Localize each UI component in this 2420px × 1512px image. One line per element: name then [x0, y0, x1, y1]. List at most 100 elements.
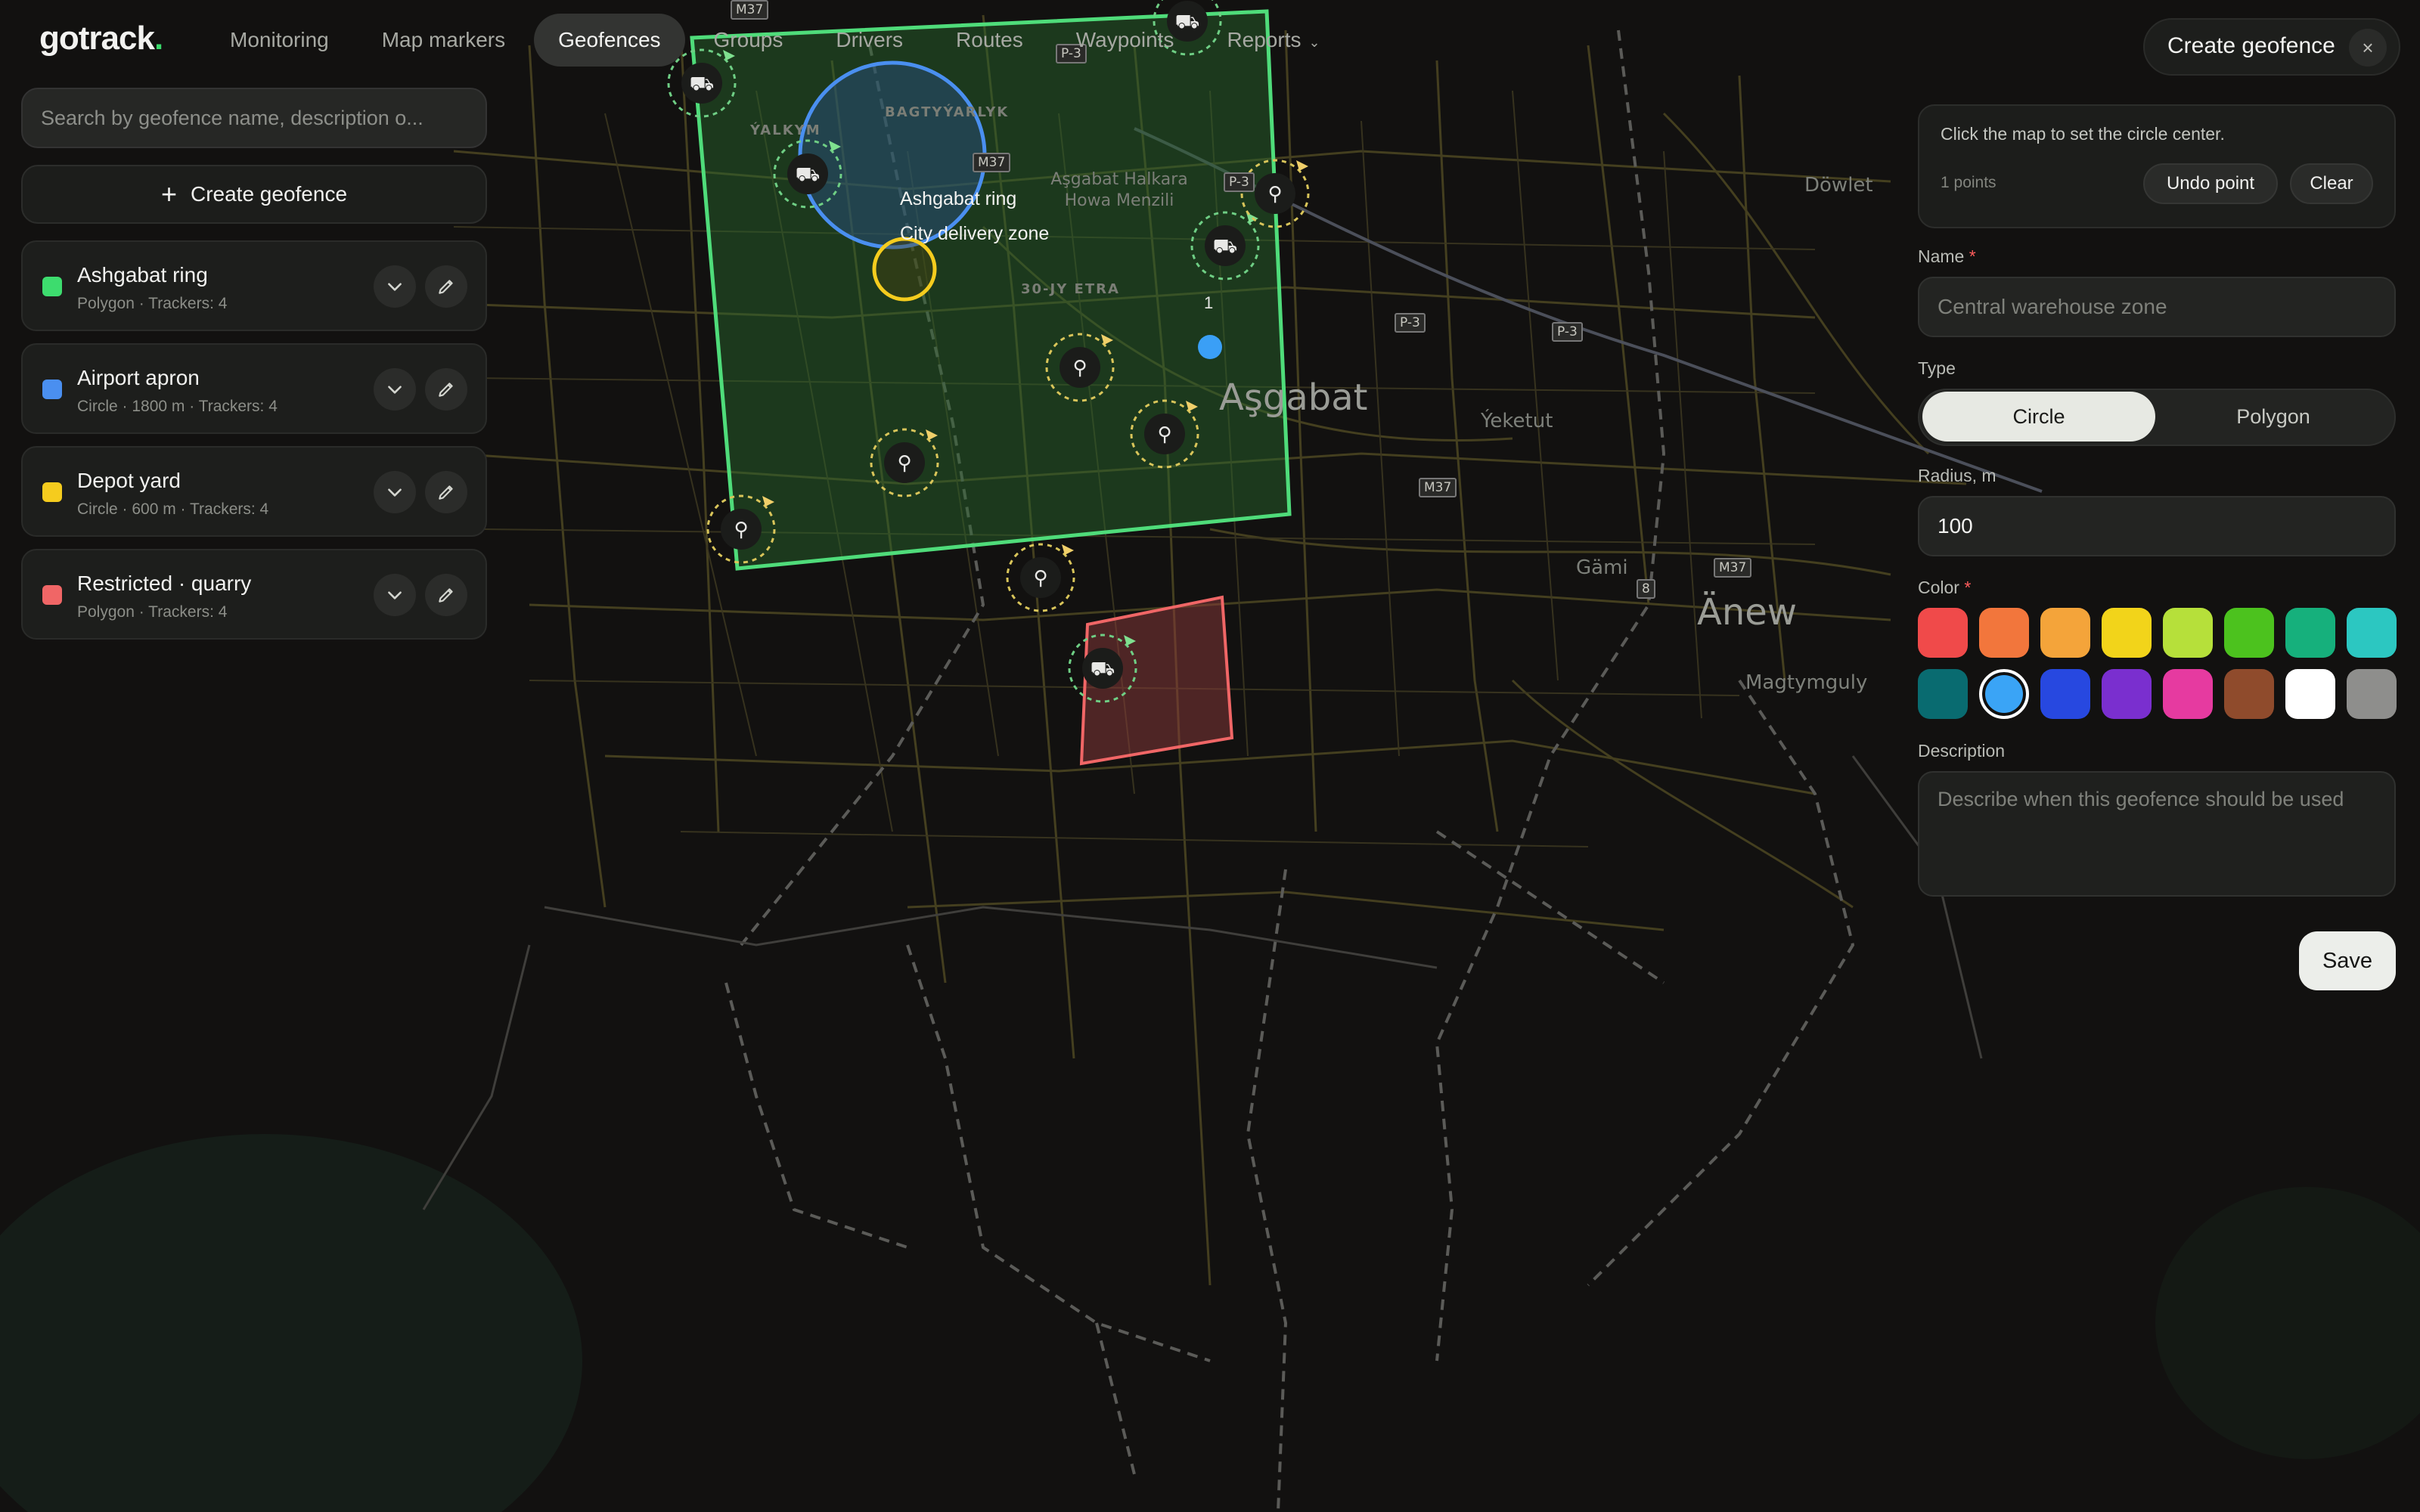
chevron-down-icon[interactable]	[374, 471, 416, 513]
district-label-30jy: 30-JY ETRA	[1021, 281, 1120, 297]
geofence-color-swatch	[42, 482, 62, 502]
city-label-asgabat: Aşgabat	[1219, 376, 1368, 419]
chevron-down-icon[interactable]	[374, 574, 416, 616]
geofence-meta: Circle · 600 m · Trackers: 4	[77, 500, 269, 518]
color-swatch[interactable]	[1979, 608, 2029, 658]
close-icon[interactable]: ×	[2349, 29, 2387, 67]
town-label-gami: Gämi	[1576, 556, 1628, 579]
color-swatch[interactable]	[2224, 608, 2274, 658]
geofence-card[interactable]: Depot yard Circle · 600 m · Trackers: 4	[21, 446, 487, 537]
edit-pencil-icon[interactable]	[425, 368, 467, 411]
svg-text:⚲: ⚲	[1157, 423, 1171, 446]
color-swatch[interactable]	[2102, 608, 2152, 658]
nav-monitoring[interactable]: Monitoring	[206, 14, 353, 67]
description-label: Description	[1918, 741, 2006, 761]
plus-icon: +	[160, 178, 177, 209]
road-shield: P-3	[1552, 322, 1583, 342]
top-nav: Monitoring Map markers Geofences Groups …	[206, 14, 1345, 67]
type-option-circle[interactable]: Circle	[1922, 392, 2155, 442]
geofence-color-swatch	[42, 380, 62, 399]
geofence-card[interactable]: Ashgabat ring Polygon · Trackers: 4	[21, 240, 487, 331]
road-shield: 8	[1637, 579, 1655, 599]
geofence-card[interactable]: Restricted · quarry Polygon · Trackers: 4	[21, 549, 487, 640]
nav-waypoints[interactable]: Waypoints	[1052, 14, 1199, 67]
nav-groups[interactable]: Groups	[690, 14, 808, 67]
description-field[interactable]: Describe when this geofence should be us…	[1918, 771, 2396, 897]
required-mark: *	[1964, 578, 1972, 597]
nav-geofences[interactable]: Geofences	[534, 14, 685, 67]
color-swatch[interactable]	[1918, 608, 1968, 658]
svg-text:⚲: ⚲	[1267, 183, 1282, 206]
nav-reports-label: Reports	[1227, 28, 1302, 51]
road-shield: M37	[973, 153, 1011, 172]
town-label-magtymguly: Magtymguly	[1745, 671, 1868, 694]
city-label-anew: Änew	[1697, 591, 1798, 634]
color-swatch[interactable]	[2285, 608, 2335, 658]
name-label: Name *	[1918, 246, 1976, 267]
geofence-name: Restricted · quarry	[77, 572, 252, 595]
color-swatch[interactable]	[2347, 608, 2397, 658]
edit-pencil-icon[interactable]	[425, 471, 467, 513]
name-field[interactable]: Central warehouse zone	[1918, 277, 2396, 337]
type-option-polygon[interactable]: Polygon	[2157, 392, 2390, 442]
type-label: Type	[1918, 358, 1956, 378]
nav-routes[interactable]: Routes	[932, 14, 1047, 67]
edit-pencil-icon[interactable]	[425, 574, 467, 616]
radius-field[interactable]: 100	[1918, 496, 2396, 556]
color-swatch[interactable]	[2102, 669, 2152, 719]
color-swatch[interactable]	[2224, 669, 2274, 719]
road-shield: P-3	[1224, 172, 1255, 192]
geofence-meta: Polygon · Trackers: 4	[77, 295, 228, 312]
nav-reports[interactable]: Reports ⌄	[1202, 14, 1344, 67]
color-swatch[interactable]	[2040, 608, 2090, 658]
form-title: Create geofence	[2167, 33, 2335, 58]
geofence-color-swatch	[42, 585, 62, 605]
chevron-down-icon[interactable]	[374, 368, 416, 411]
chevron-down-icon[interactable]	[374, 265, 416, 308]
road-shield: P-3	[1395, 313, 1426, 333]
geofence-meta: Polygon · Trackers: 4	[77, 603, 228, 621]
app-logo[interactable]: gotrack.	[39, 20, 163, 57]
clear-button[interactable]: Clear	[2290, 163, 2373, 204]
geofence-ashgabat-ring	[690, 9, 1292, 571]
road-shield: M37	[1419, 478, 1457, 497]
town-label-dowlet: Döwlet	[1804, 174, 1873, 197]
svg-text:⛟: ⛟	[1213, 235, 1238, 258]
color-swatch[interactable]	[1979, 669, 2029, 719]
logo-dot: .	[154, 20, 163, 57]
district-label-bagtyyarlyk: BAGTYÝARLYK	[885, 104, 1010, 120]
point-index-label: 1	[1204, 293, 1214, 312]
edit-pencil-icon[interactable]	[425, 265, 467, 308]
undo-point-button[interactable]: Undo point	[2143, 163, 2278, 204]
geofence-list: Ashgabat ring Polygon · Trackers: 4 Airpor…	[21, 240, 487, 652]
geofence-card[interactable]: Airport apron Circle · 1800 m · Trackers:…	[21, 343, 487, 434]
color-swatch[interactable]	[2040, 669, 2090, 719]
road-shield: M37	[1714, 558, 1752, 578]
create-geofence-button[interactable]: + Create geofence	[21, 165, 487, 224]
search-input[interactable]: Search by geofence name, description o..…	[21, 88, 487, 148]
geofence-color-swatch	[42, 277, 62, 296]
geofence-name: Ashgabat ring	[77, 263, 208, 287]
svg-text:⚲: ⚲	[1072, 357, 1087, 380]
color-label-text: Color	[1918, 578, 1959, 597]
geofence-tooltip: Ashgabat ring City delivery zone	[900, 181, 1049, 251]
tooltip-subtitle: City delivery zone	[900, 223, 1050, 244]
color-label: Color *	[1918, 578, 1971, 598]
svg-text:⚲: ⚲	[734, 519, 748, 541]
svg-text:⛟: ⛟	[796, 163, 821, 186]
color-swatch[interactable]	[2163, 669, 2213, 719]
nav-map-markers[interactable]: Map markers	[358, 14, 529, 67]
district-label-yalkym: ÝALKYM	[750, 122, 821, 138]
required-mark: *	[1969, 246, 1976, 266]
color-swatch[interactable]	[2347, 669, 2397, 719]
nav-drivers[interactable]: Drivers	[811, 14, 927, 67]
points-count: 1 points	[1941, 174, 1996, 191]
color-swatch[interactable]	[2285, 669, 2335, 719]
create-geofence-label: Create geofence	[190, 182, 348, 206]
geofence-name: Airport apron	[77, 366, 200, 389]
airport-label: Aşgabat Halkara Howa Menzili	[1050, 170, 1188, 210]
save-button[interactable]: Save	[2299, 931, 2396, 990]
new-point-marker	[1198, 335, 1222, 359]
color-swatch[interactable]	[2163, 608, 2213, 658]
color-swatch[interactable]	[1918, 669, 1968, 719]
